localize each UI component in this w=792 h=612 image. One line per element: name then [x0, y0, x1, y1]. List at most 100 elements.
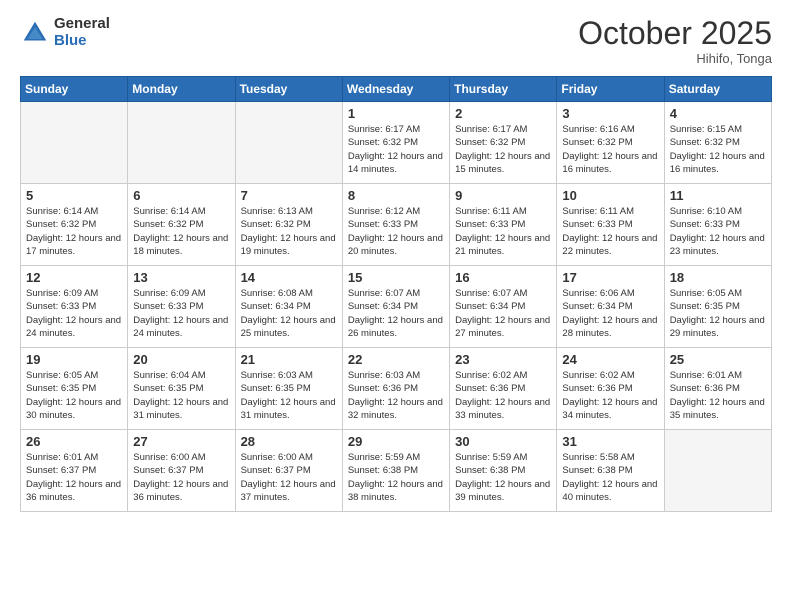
- calendar-cell: 29Sunrise: 5:59 AM Sunset: 6:38 PM Dayli…: [342, 430, 449, 512]
- day-number: 20: [133, 352, 229, 367]
- calendar-cell: 27Sunrise: 6:00 AM Sunset: 6:37 PM Dayli…: [128, 430, 235, 512]
- calendar-cell: 25 Sunrise: 6:01 AM Sunset: 6:36 PM Dayli…: [664, 348, 771, 430]
- day-number: 16: [455, 270, 551, 285]
- calendar-cell: 8 Sunrise: 6:12 AM Sunset: 6:33 PM Daylig…: [342, 184, 449, 266]
- day-number: 30: [455, 434, 551, 449]
- day-info: Sunrise: 5:59 AM Sunset: 6:38 PM Dayligh…: [455, 451, 551, 504]
- calendar-cell: 24 Sunrise: 6:02 AM Sunset: 6:36 PM Dayli…: [557, 348, 664, 430]
- day-info: Sunrise: 6:17 AM Sunset: 6:32 PM Dayligh…: [348, 123, 444, 176]
- calendar-cell: 4 Sunrise: 6:15 AM Sunset: 6:32 PM Daylig…: [664, 102, 771, 184]
- day-number: 3: [562, 106, 658, 121]
- day-info: Sunrise: 6:17 AM Sunset: 6:32 PM Dayligh…: [455, 123, 551, 176]
- day-number: 17: [562, 270, 658, 285]
- day-info: Sunrise: 6:09 AM Sunset: 6:33 PM Dayligh…: [26, 287, 122, 340]
- day-info: Sunrise: 6:15 AM Sunset: 6:32 PM Dayligh…: [670, 123, 766, 176]
- day-number: 4: [670, 106, 766, 121]
- logo-general: General: [54, 16, 110, 33]
- calendar-week-row-3: 19Sunrise: 6:05 AM Sunset: 6:35 PM Dayli…: [21, 348, 772, 430]
- day-info: Sunrise: 6:06 AM Sunset: 6:34 PM Dayligh…: [562, 287, 658, 340]
- calendar-week-row-0: 1Sunrise: 6:17 AM Sunset: 6:32 PM Daylig…: [21, 102, 772, 184]
- logo-icon: [20, 18, 50, 48]
- calendar-cell: 26 Sunrise: 6:01 AM Sunset: 6:37 PM Dayli…: [21, 430, 128, 512]
- day-number: 25: [670, 352, 766, 367]
- calendar-cell: [664, 430, 771, 512]
- calendar-cell: 20 Sunrise: 6:04 AM Sunset: 6:35 PM Dayli…: [128, 348, 235, 430]
- calendar-page: General Blue October 2025 Hihifo, Tonga …: [0, 0, 792, 612]
- calendar-cell: 10Sunrise: 6:11 AM Sunset: 6:33 PM Dayli…: [557, 184, 664, 266]
- calendar-cell: [235, 102, 342, 184]
- header-saturday: Saturday: [664, 77, 771, 102]
- day-info: Sunrise: 5:58 AM Sunset: 6:38 PM Dayligh…: [562, 451, 658, 504]
- calendar-cell: 31 Sunrise: 5:58 AM Sunset: 6:38 PM Dayli…: [557, 430, 664, 512]
- month-title: October 2025: [578, 16, 772, 51]
- header-sunday: Sunday: [21, 77, 128, 102]
- header-friday: Friday: [557, 77, 664, 102]
- logo: General Blue: [20, 16, 110, 49]
- calendar-cell: 23 Sunrise: 6:02 AM Sunset: 6:36 PM Dayli…: [450, 348, 557, 430]
- day-number: 2: [455, 106, 551, 121]
- day-info: Sunrise: 6:02 AM Sunset: 6:36 PM Dayligh…: [455, 369, 551, 422]
- day-number: 21: [241, 352, 337, 367]
- day-number: 14: [241, 270, 337, 285]
- day-number: 9: [455, 188, 551, 203]
- day-info: Sunrise: 6:07 AM Sunset: 6:34 PM Dayligh…: [455, 287, 551, 340]
- day-info: Sunrise: 5:59 AM Sunset: 6:38 PM Dayligh…: [348, 451, 444, 504]
- calendar-table: Sunday Monday Tuesday Wednesday Thursday…: [20, 76, 772, 512]
- day-info: Sunrise: 6:09 AM Sunset: 6:33 PM Dayligh…: [133, 287, 229, 340]
- header: General Blue October 2025 Hihifo, Tonga: [20, 16, 772, 66]
- day-number: 11: [670, 188, 766, 203]
- calendar-cell: 11 Sunrise: 6:10 AM Sunset: 6:33 PM Dayli…: [664, 184, 771, 266]
- day-info: Sunrise: 6:01 AM Sunset: 6:36 PM Dayligh…: [670, 369, 766, 422]
- calendar-cell: 18 Sunrise: 6:05 AM Sunset: 6:35 PM Dayli…: [664, 266, 771, 348]
- calendar-cell: 28 Sunrise: 6:00 AM Sunset: 6:37 PM Dayli…: [235, 430, 342, 512]
- calendar-cell: [21, 102, 128, 184]
- day-info: Sunrise: 6:14 AM Sunset: 6:32 PM Dayligh…: [133, 205, 229, 258]
- day-info: Sunrise: 6:12 AM Sunset: 6:33 PM Dayligh…: [348, 205, 444, 258]
- day-number: 5: [26, 188, 122, 203]
- header-thursday: Thursday: [450, 77, 557, 102]
- day-number: 31: [562, 434, 658, 449]
- day-info: Sunrise: 6:02 AM Sunset: 6:36 PM Dayligh…: [562, 369, 658, 422]
- day-number: 19: [26, 352, 122, 367]
- day-info: Sunrise: 6:05 AM Sunset: 6:35 PM Dayligh…: [670, 287, 766, 340]
- day-info: Sunrise: 6:01 AM Sunset: 6:37 PM Dayligh…: [26, 451, 122, 504]
- header-tuesday: Tuesday: [235, 77, 342, 102]
- calendar-cell: 3 Sunrise: 6:16 AM Sunset: 6:32 PM Daylig…: [557, 102, 664, 184]
- day-info: Sunrise: 6:00 AM Sunset: 6:37 PM Dayligh…: [241, 451, 337, 504]
- calendar-cell: 12 Sunrise: 6:09 AM Sunset: 6:33 PM Dayli…: [21, 266, 128, 348]
- calendar-cell: 7 Sunrise: 6:13 AM Sunset: 6:32 PM Daylig…: [235, 184, 342, 266]
- day-number: 7: [241, 188, 337, 203]
- logo-text: General Blue: [54, 16, 110, 49]
- calendar-cell: [128, 102, 235, 184]
- day-number: 18: [670, 270, 766, 285]
- day-number: 23: [455, 352, 551, 367]
- day-info: Sunrise: 6:13 AM Sunset: 6:32 PM Dayligh…: [241, 205, 337, 258]
- day-info: Sunrise: 6:07 AM Sunset: 6:34 PM Dayligh…: [348, 287, 444, 340]
- calendar-cell: 14 Sunrise: 6:08 AM Sunset: 6:34 PM Dayli…: [235, 266, 342, 348]
- day-info: Sunrise: 6:10 AM Sunset: 6:33 PM Dayligh…: [670, 205, 766, 258]
- calendar-cell: 5Sunrise: 6:14 AM Sunset: 6:32 PM Daylig…: [21, 184, 128, 266]
- calendar-cell: 21 Sunrise: 6:03 AM Sunset: 6:35 PM Dayli…: [235, 348, 342, 430]
- header-monday: Monday: [128, 77, 235, 102]
- calendar-cell: 1Sunrise: 6:17 AM Sunset: 6:32 PM Daylig…: [342, 102, 449, 184]
- calendar-cell: 16 Sunrise: 6:07 AM Sunset: 6:34 PM Dayli…: [450, 266, 557, 348]
- day-number: 8: [348, 188, 444, 203]
- day-number: 28: [241, 434, 337, 449]
- calendar-cell: 9Sunrise: 6:11 AM Sunset: 6:33 PM Daylig…: [450, 184, 557, 266]
- day-number: 26: [26, 434, 122, 449]
- calendar-cell: 19Sunrise: 6:05 AM Sunset: 6:35 PM Dayli…: [21, 348, 128, 430]
- calendar-cell: 17 Sunrise: 6:06 AM Sunset: 6:34 PM Dayli…: [557, 266, 664, 348]
- day-info: Sunrise: 6:03 AM Sunset: 6:36 PM Dayligh…: [348, 369, 444, 422]
- day-number: 12: [26, 270, 122, 285]
- day-info: Sunrise: 6:16 AM Sunset: 6:32 PM Dayligh…: [562, 123, 658, 176]
- day-info: Sunrise: 6:00 AM Sunset: 6:37 PM Dayligh…: [133, 451, 229, 504]
- day-info: Sunrise: 6:04 AM Sunset: 6:35 PM Dayligh…: [133, 369, 229, 422]
- day-number: 22: [348, 352, 444, 367]
- day-info: Sunrise: 6:08 AM Sunset: 6:34 PM Dayligh…: [241, 287, 337, 340]
- day-number: 10: [562, 188, 658, 203]
- title-block: October 2025 Hihifo, Tonga: [578, 16, 772, 66]
- day-number: 13: [133, 270, 229, 285]
- day-info: Sunrise: 6:03 AM Sunset: 6:35 PM Dayligh…: [241, 369, 337, 422]
- calendar-cell: 6Sunrise: 6:14 AM Sunset: 6:32 PM Daylig…: [128, 184, 235, 266]
- day-number: 24: [562, 352, 658, 367]
